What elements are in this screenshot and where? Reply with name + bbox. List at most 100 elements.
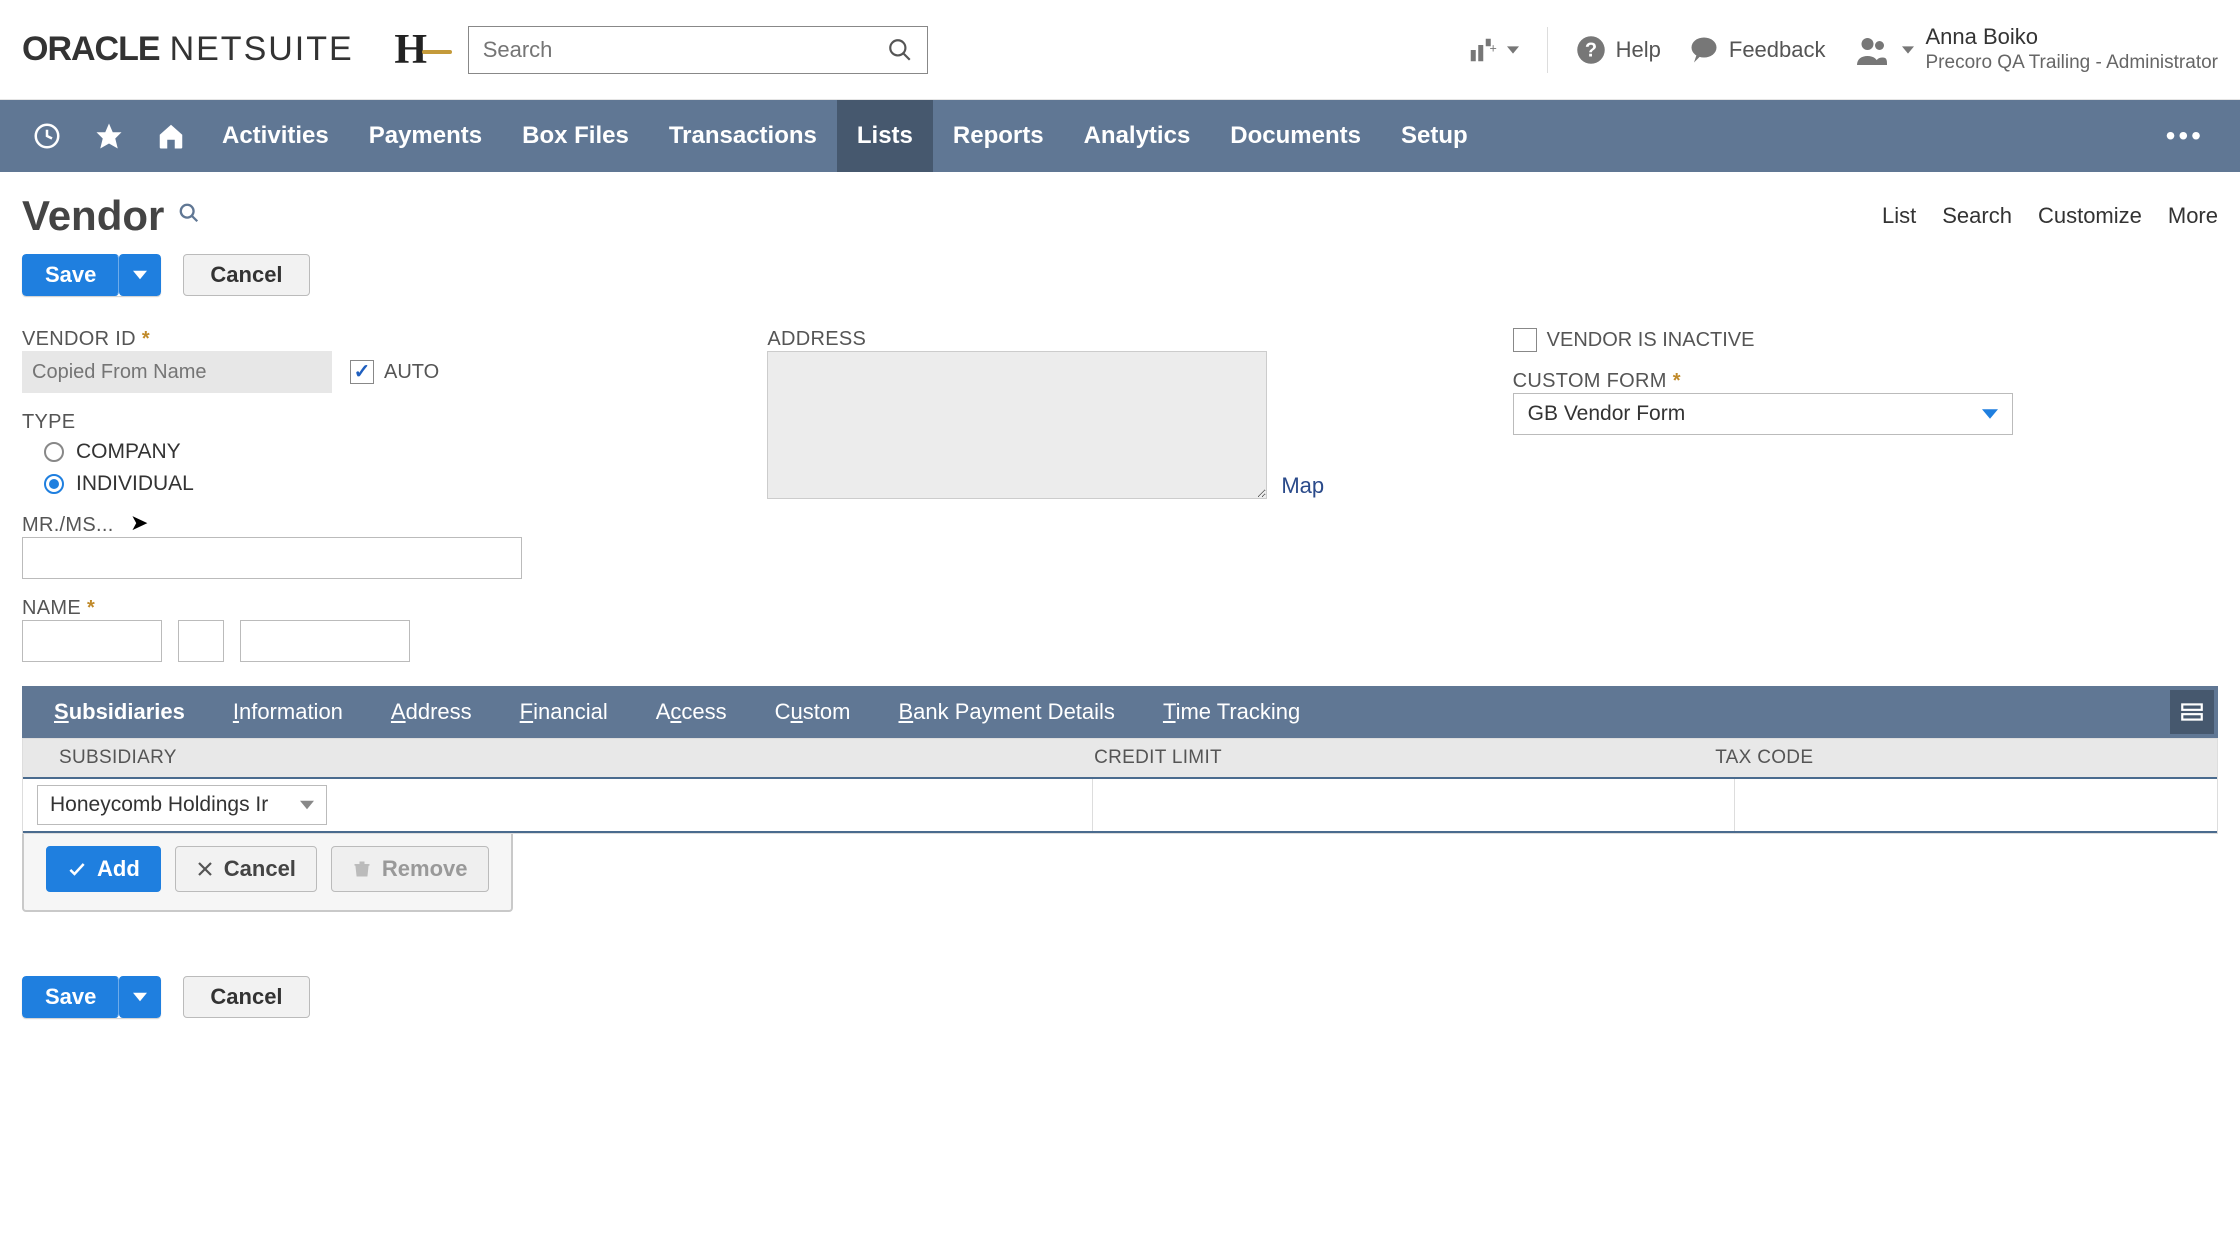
- nav-setup[interactable]: Setup: [1381, 100, 1488, 172]
- subtab-custom[interactable]: Custom: [751, 686, 875, 738]
- save-button-group-bottom: Save: [22, 976, 161, 1018]
- company-logo: H: [376, 20, 446, 80]
- save-button[interactable]: Save: [22, 254, 119, 296]
- trash-icon: [352, 859, 372, 879]
- cancel-button[interactable]: Cancel: [183, 254, 309, 296]
- cell-tax-code[interactable]: [1735, 779, 2217, 831]
- cancel-button-bottom[interactable]: Cancel: [183, 976, 309, 1018]
- subtab-access[interactable]: Access: [632, 686, 751, 738]
- page-title: Vendor: [22, 192, 164, 240]
- nav-transactions[interactable]: Transactions: [649, 100, 837, 172]
- salutation-label: MR./MS...: [22, 514, 727, 537]
- sublist-header-row: SUBSIDIARY CREDIT LIMIT TAX CODE: [23, 739, 2217, 777]
- nav-activities[interactable]: Activities: [202, 100, 349, 172]
- divider: [1547, 27, 1548, 73]
- user-role: Precoro QA Trailing - Administrator: [1926, 51, 2219, 76]
- user-name: Anna Boiko: [1926, 23, 2219, 52]
- chevron-down-icon: [133, 268, 147, 282]
- svg-text:?: ?: [1585, 39, 1597, 61]
- radio-individual[interactable]: INDIVIDUAL: [44, 472, 727, 496]
- sublist-add-button[interactable]: Add: [46, 846, 161, 892]
- save-dropdown-button[interactable]: [119, 254, 161, 296]
- nav-reports[interactable]: Reports: [933, 100, 1064, 172]
- home-button[interactable]: [140, 100, 202, 172]
- recent-records-button[interactable]: [16, 100, 78, 172]
- form-col-middle: ADDRESS Map: [767, 328, 1472, 499]
- sublist-remove-button: Remove: [331, 846, 489, 892]
- required-star: *: [142, 328, 150, 351]
- speech-bubble-icon: [1689, 35, 1719, 65]
- custom-form-select[interactable]: GB Vendor Form: [1513, 393, 2013, 435]
- logo-netsuite: NETSUITE: [170, 30, 354, 69]
- page-header: Vendor List Search Customize More: [22, 192, 2218, 240]
- nav-payments[interactable]: Payments: [349, 100, 502, 172]
- save-button-bottom[interactable]: Save: [22, 976, 119, 1018]
- vendor-id-label: VENDOR ID*: [22, 328, 727, 351]
- first-name-input[interactable]: [22, 620, 162, 662]
- global-search[interactable]: [468, 26, 928, 74]
- subtab-bank-payment-details[interactable]: Bank Payment Details: [874, 686, 1138, 738]
- sublist-cancel-button[interactable]: Cancel: [175, 846, 317, 892]
- col-credit-limit: CREDIT LIMIT: [1094, 747, 1715, 769]
- list-view-icon: [2179, 699, 2205, 725]
- middle-name-input[interactable]: [178, 620, 224, 662]
- nav-lists[interactable]: Lists: [837, 100, 933, 172]
- chevron-down-icon: [1507, 44, 1519, 56]
- vendor-id-input[interactable]: [22, 351, 332, 393]
- chevron-down-icon: [300, 798, 314, 812]
- nav-overflow[interactable]: •••: [2146, 120, 2224, 152]
- search-icon: [887, 37, 913, 63]
- sublist-row: Honeycomb Holdings Ir: [23, 777, 2217, 833]
- search-input[interactable]: [483, 37, 887, 63]
- action-more[interactable]: More: [2168, 203, 2218, 229]
- sublist-actions: Add Cancel Remove: [22, 834, 513, 912]
- plus-chart-icon: +: [1467, 35, 1497, 65]
- page-actions: List Search Customize More: [1882, 203, 2218, 229]
- chevron-down-icon: [1982, 406, 1998, 422]
- create-new-button[interactable]: +: [1467, 35, 1519, 65]
- address-textarea[interactable]: [767, 351, 1267, 499]
- page-title-search-button[interactable]: [178, 202, 200, 230]
- close-icon: [196, 860, 214, 878]
- subtab-information[interactable]: Information: [209, 686, 367, 738]
- action-search[interactable]: Search: [1942, 203, 2012, 229]
- star-icon: [94, 121, 124, 151]
- chevron-down-icon: [1902, 44, 1914, 56]
- save-dropdown-button-bottom[interactable]: [119, 976, 161, 1018]
- subtab-subsidiaries[interactable]: Subsidiaries: [30, 686, 209, 738]
- map-link[interactable]: Map: [1281, 473, 1324, 499]
- salutation-input[interactable]: [22, 537, 522, 579]
- cell-subsidiary[interactable]: Honeycomb Holdings Ir: [23, 779, 1093, 831]
- subtabs-view-toggle[interactable]: [2170, 690, 2214, 734]
- help-icon: ?: [1576, 35, 1606, 65]
- subtab-financial[interactable]: Financial: [496, 686, 632, 738]
- radio-company[interactable]: COMPANY: [44, 440, 727, 464]
- subsidiaries-sublist: SUBSIDIARY CREDIT LIMIT TAX CODE Honeyco…: [22, 738, 2218, 834]
- action-list[interactable]: List: [1882, 203, 1916, 229]
- subtab-address[interactable]: Address: [367, 686, 496, 738]
- check-icon: [67, 859, 87, 879]
- nav-box-files[interactable]: Box Files: [502, 100, 649, 172]
- nav-analytics[interactable]: Analytics: [1064, 100, 1211, 172]
- help-button[interactable]: ? Help: [1576, 35, 1661, 65]
- auto-checkbox[interactable]: AUTO: [350, 360, 439, 384]
- subtabs: Subsidiaries Information Address Financi…: [22, 686, 2218, 738]
- inactive-checkbox[interactable]: VENDOR IS INACTIVE: [1513, 328, 2218, 352]
- subsidiary-select[interactable]: Honeycomb Holdings Ir: [37, 785, 327, 825]
- radio-icon: [44, 442, 64, 462]
- col-subsidiary: SUBSIDIARY: [59, 747, 1094, 769]
- save-button-group: Save: [22, 254, 161, 296]
- cell-credit-limit[interactable]: [1093, 779, 1735, 831]
- users-icon: [1854, 32, 1890, 68]
- subtab-time-tracking[interactable]: Time Tracking: [1139, 686, 1324, 738]
- feedback-button[interactable]: Feedback: [1689, 35, 1826, 65]
- action-customize[interactable]: Customize: [2038, 203, 2142, 229]
- user-menu[interactable]: Anna Boiko Precoro QA Trailing - Adminis…: [1854, 23, 2219, 76]
- type-label: TYPE: [22, 411, 727, 434]
- nav-documents[interactable]: Documents: [1210, 100, 1381, 172]
- radio-icon: [44, 474, 64, 494]
- checkbox-icon: [350, 360, 374, 384]
- shortcuts-button[interactable]: [78, 100, 140, 172]
- last-name-input[interactable]: [240, 620, 410, 662]
- topbar-right: + ? Help Feedback Anna Boiko Precoro QA …: [1467, 23, 2218, 76]
